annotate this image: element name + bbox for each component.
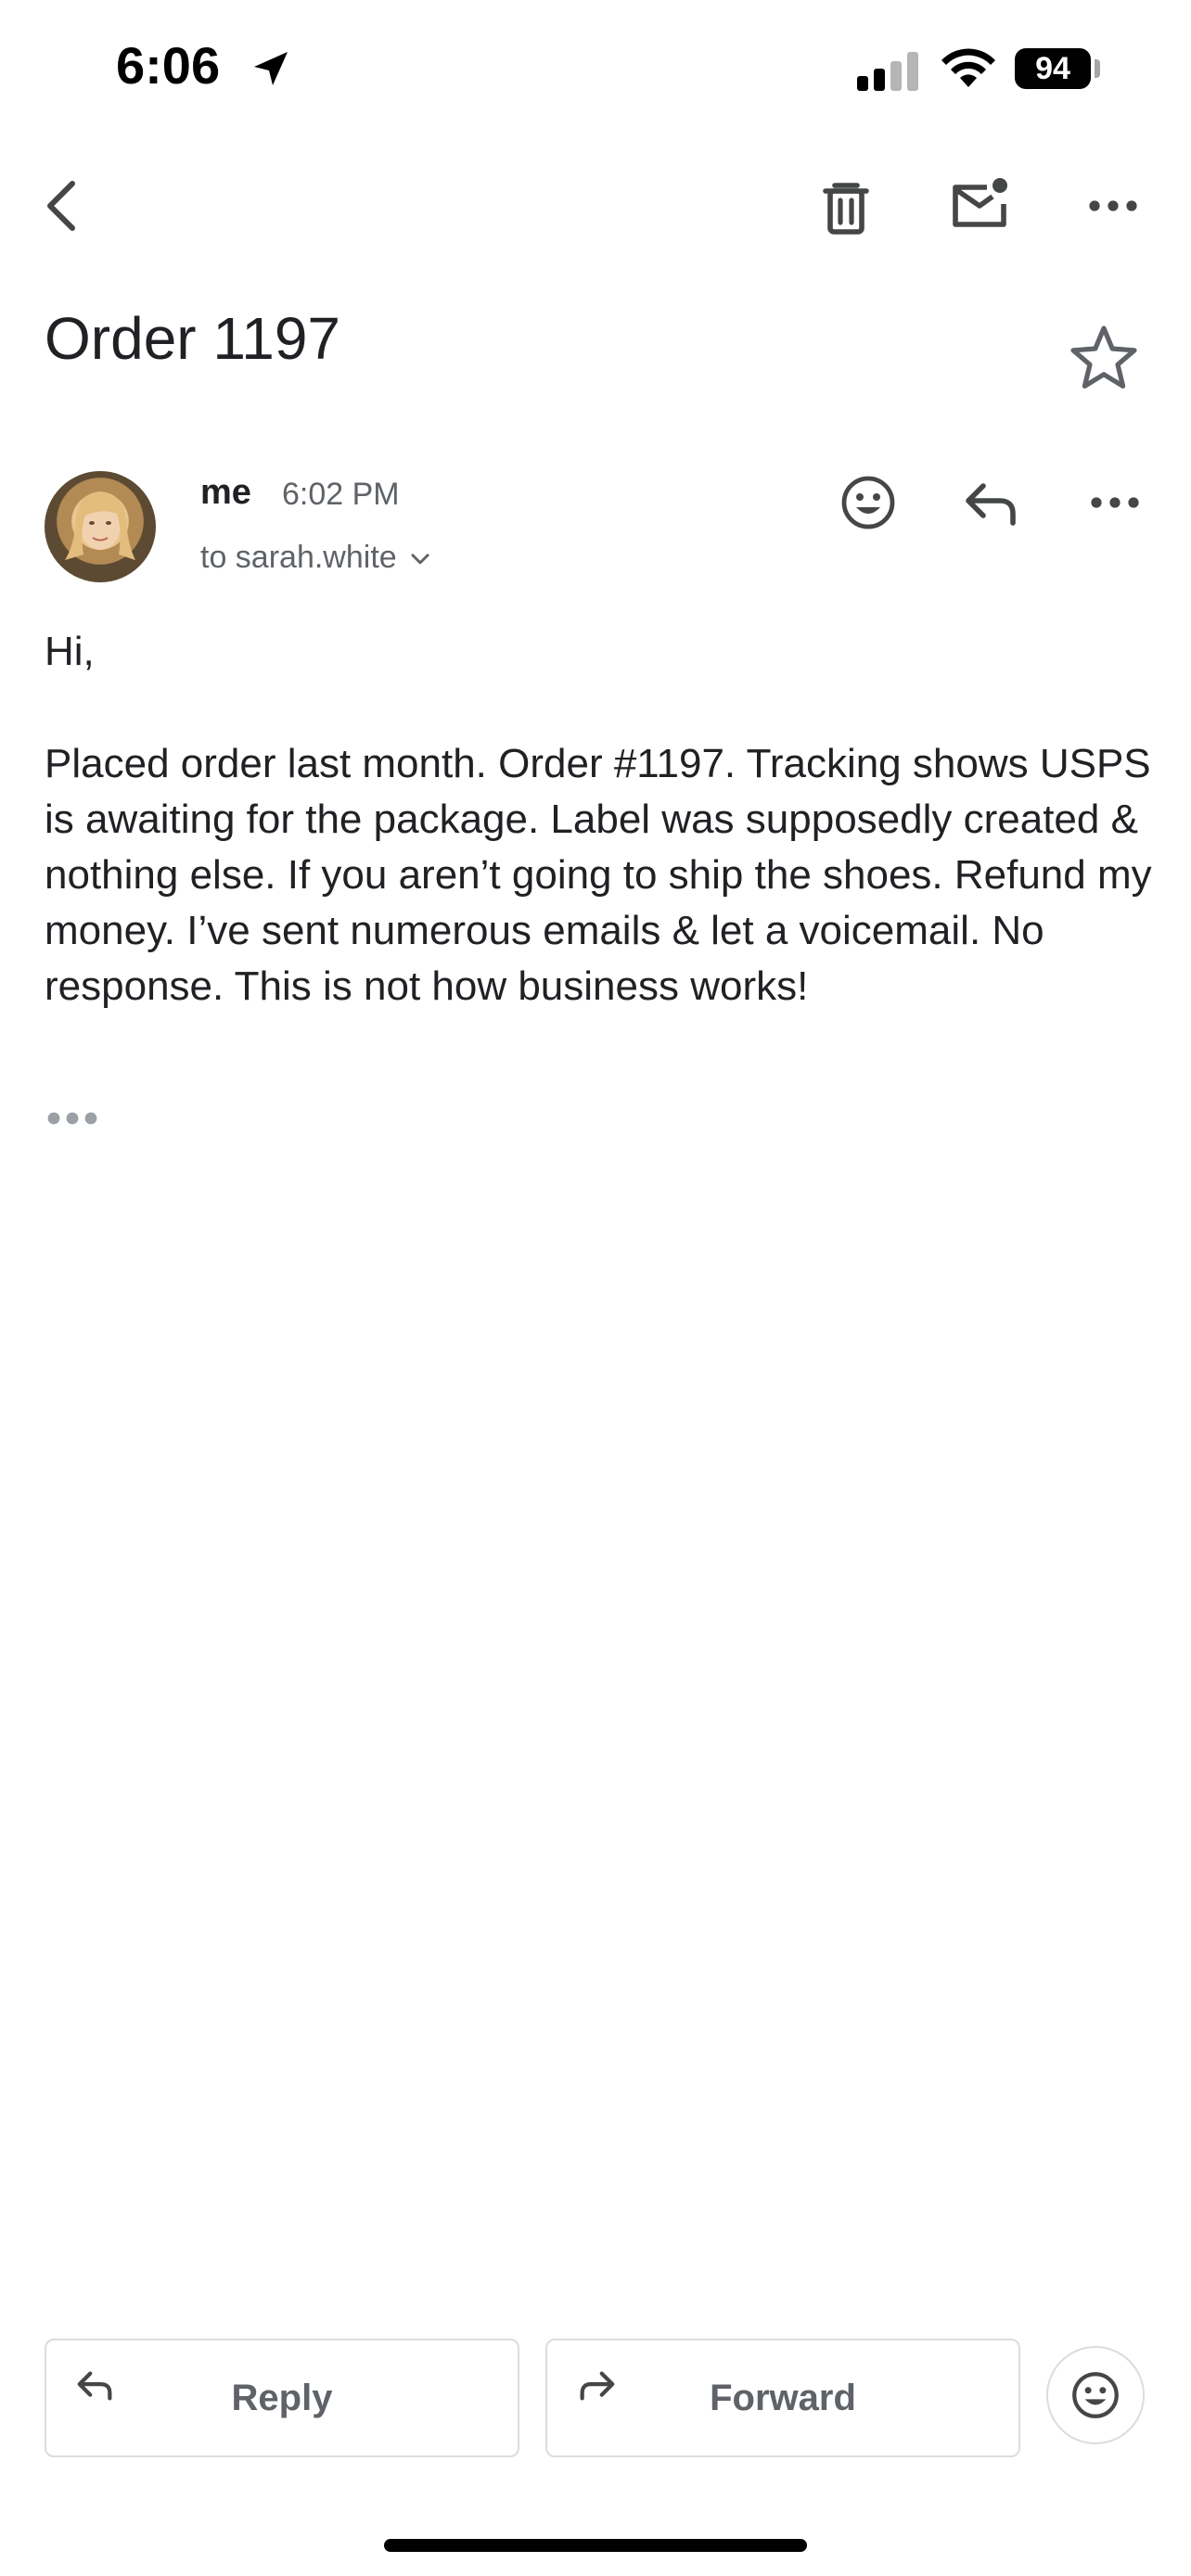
- trash-icon[interactable]: [813, 174, 879, 241]
- cellular-signal-icon: [857, 52, 918, 91]
- chevron-left-icon[interactable]: [32, 172, 98, 239]
- email-body: Placed order last month. Order #1197. Tr…: [45, 741, 1152, 1009]
- message-more-icon[interactable]: [1082, 473, 1148, 532]
- avatar-photo: [65, 491, 135, 560]
- forward-button-label: Forward: [710, 2378, 856, 2418]
- show-trimmed-content-icon[interactable]: [46, 1109, 98, 1128]
- battery-indicator: 94: [1015, 48, 1091, 89]
- email-subject: Order 1197: [45, 305, 340, 372]
- reply-button-label: Reply: [231, 2378, 333, 2418]
- status-time: 6:06: [116, 36, 221, 95]
- reply-button[interactable]: Reply: [45, 2339, 519, 2457]
- email-time: 6:02 PM: [282, 477, 400, 512]
- forward-button[interactable]: Forward: [545, 2339, 1020, 2457]
- mail-unread-icon[interactable]: [946, 172, 1013, 239]
- star-icon[interactable]: [1067, 321, 1141, 395]
- sender-name: me: [200, 473, 251, 512]
- recipient-details-toggle[interactable]: to sarah.white: [200, 540, 432, 576]
- recipient-label: to sarah.white: [200, 540, 397, 575]
- sender-avatar[interactable]: [45, 471, 156, 582]
- emoji-reaction-icon[interactable]: [839, 473, 898, 532]
- emoji-icon: [1072, 2372, 1119, 2418]
- more-horizontal-icon[interactable]: [1080, 172, 1146, 239]
- email-greeting: Hi,: [45, 629, 95, 674]
- chevron-down-icon: [411, 553, 429, 564]
- react-button[interactable]: [1046, 2346, 1145, 2444]
- home-indicator[interactable]: [384, 2539, 807, 2552]
- battery-cap: [1095, 59, 1100, 78]
- battery-level: 94: [1035, 50, 1070, 86]
- reply-icon[interactable]: [959, 473, 1022, 532]
- wifi-icon: [941, 48, 995, 87]
- location-arrow-icon: [254, 52, 288, 85]
